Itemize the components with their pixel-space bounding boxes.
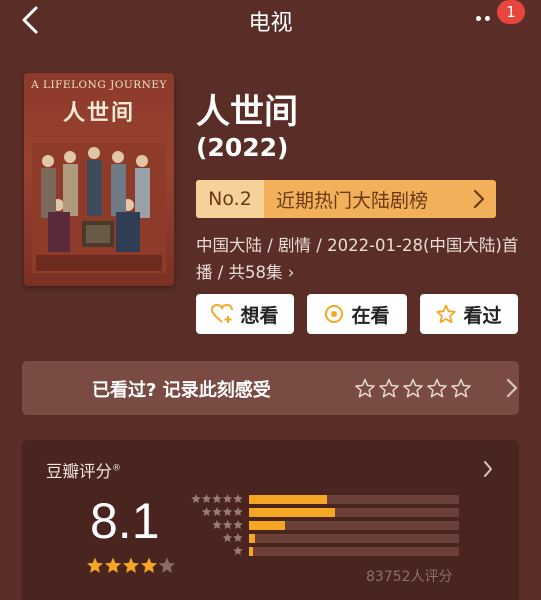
small-star-icon xyxy=(212,494,222,504)
record-prompt: 已看过? 记录此刻感受 xyxy=(92,380,271,401)
watched-label: 看过 xyxy=(463,304,502,327)
small-star-icon xyxy=(233,533,243,543)
rate-stars[interactable] xyxy=(354,378,472,400)
distribution-row-4-star xyxy=(190,506,460,518)
ranking-label: 近期热门大陆剧榜 xyxy=(276,189,429,212)
ranking-badge[interactable]: No.2 近期热门大陆剧榜 xyxy=(196,180,496,218)
small-star-icon xyxy=(222,533,233,543)
distribution-stars xyxy=(201,507,243,517)
want-to-watch-button[interactable]: 想看 xyxy=(196,294,294,334)
poster-family-figures xyxy=(32,143,166,273)
distribution-track xyxy=(249,534,459,543)
distribution-track xyxy=(249,495,459,504)
show-year: (2022) xyxy=(196,133,289,162)
chevron-right-icon xyxy=(484,461,492,477)
ratings-count: 83752人评分 xyxy=(366,569,453,585)
registered-mark: ® xyxy=(112,463,121,474)
distribution-stars xyxy=(212,520,243,530)
notification-badge[interactable]: 1 xyxy=(497,0,525,24)
star-outline-icon xyxy=(436,304,457,324)
distribution-stars xyxy=(222,533,243,543)
small-star-icon xyxy=(222,494,233,504)
watched-button[interactable]: 看过 xyxy=(420,294,518,334)
watching-label: 在看 xyxy=(351,304,390,327)
distribution-bar xyxy=(249,547,254,556)
distribution-bar xyxy=(249,521,285,530)
ranking-number: No.2 xyxy=(196,180,264,218)
distribution-bar xyxy=(249,534,256,543)
small-star-icon xyxy=(212,507,222,517)
distribution-row-2-star xyxy=(190,532,460,544)
rate-star-icon xyxy=(379,378,399,398)
small-star-icon xyxy=(191,494,201,504)
record-feeling-bar[interactable]: 已看过? 记录此刻感受 xyxy=(22,361,519,415)
douban-rating-card[interactable]: 豆瓣评分® 8.1 83752人评分 xyxy=(22,440,519,600)
poster-tagline: A LIFELONG JOURNEY xyxy=(31,79,167,91)
rating-label-text: 豆瓣评分 xyxy=(46,462,112,481)
distribution-row-5-star xyxy=(190,493,460,505)
rating-label: 豆瓣评分® xyxy=(46,458,121,482)
top-bar: 电视 1 xyxy=(0,0,541,40)
poster-image[interactable]: A LIFELONG JOURNEY 人世间 xyxy=(24,73,174,286)
poster-title-art: 人世间 xyxy=(62,100,135,126)
distribution-stars xyxy=(233,546,243,556)
distribution-track xyxy=(249,508,459,517)
small-star-icon xyxy=(222,520,233,530)
rate-star-icon xyxy=(403,378,423,398)
chevron-right-icon xyxy=(506,378,518,398)
watching-button[interactable]: 在看 xyxy=(307,294,407,334)
star-empty-icon xyxy=(158,557,176,573)
star-filled-icon xyxy=(104,557,122,573)
small-star-icon xyxy=(201,494,212,504)
heart-plus-icon xyxy=(211,304,234,323)
rating-score: 8.1 xyxy=(90,493,160,549)
small-star-icon xyxy=(233,520,243,530)
rate-star-icon xyxy=(451,378,471,398)
distribution-bar xyxy=(249,495,327,504)
star-filled-icon xyxy=(140,557,158,573)
small-star-icon xyxy=(201,507,212,517)
distribution-track xyxy=(249,521,459,530)
small-star-icon xyxy=(233,546,243,556)
star-filled-icon xyxy=(86,557,104,573)
small-star-icon xyxy=(233,507,243,517)
page-title: 电视 xyxy=(248,11,293,36)
more-icon[interactable] xyxy=(476,14,500,24)
small-star-icon xyxy=(222,507,233,517)
show-title: 人世间 xyxy=(196,92,298,132)
chevron-right-icon xyxy=(473,189,485,209)
distribution-track xyxy=(249,547,459,556)
rate-star-icon xyxy=(355,378,375,398)
distribution-row-1-star xyxy=(190,545,460,557)
star-filled-icon xyxy=(122,557,140,573)
rating-stars xyxy=(86,557,176,573)
target-icon xyxy=(325,305,344,323)
rate-star-icon xyxy=(427,378,447,398)
small-star-icon xyxy=(233,494,243,504)
distribution-stars xyxy=(191,494,243,504)
small-star-icon xyxy=(212,520,222,530)
show-meta-info[interactable]: 中国大陆 / 剧情 / 2022-01-28(中国大陆)首播 / 共58集 › xyxy=(196,232,521,286)
want-to-watch-label: 想看 xyxy=(240,304,279,327)
distribution-row-3-star xyxy=(190,519,460,531)
distribution-bar xyxy=(249,508,336,517)
